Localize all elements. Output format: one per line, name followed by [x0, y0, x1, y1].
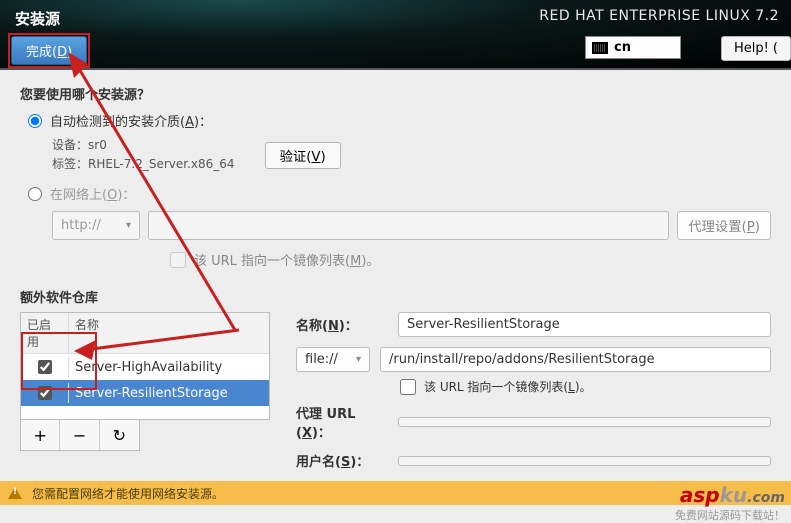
- proxy-url-label: 代理 URL (X)：: [296, 403, 388, 441]
- refresh-repo-button[interactable]: ↻: [100, 420, 139, 450]
- repo-mirror-row: 该 URL 指向一个镜像列表(L)。: [400, 378, 771, 395]
- autodetect-label: 自动检测到的安装介质(A)：: [50, 111, 212, 130]
- autodetect-radio-row[interactable]: 自动检测到的安装介质(A)：: [28, 111, 771, 130]
- verify-button[interactable]: 验证(V): [265, 142, 341, 169]
- autodetect-radio[interactable]: [28, 114, 42, 128]
- page-title: 安装源: [15, 8, 60, 29]
- user-label: 用户名(S)：: [296, 451, 388, 470]
- done-highlight: 完成(D): [8, 33, 90, 68]
- keyboard-layout-label: cn: [614, 40, 631, 55]
- source-question: 您要使用哪个安装源？: [20, 84, 771, 103]
- network-label: 在网络上(O)：: [50, 184, 135, 203]
- chevron-down-icon: ▾: [356, 354, 361, 365]
- device-block: 设备：sr0 标签：RHEL-7.2_Server.x86_64 验证(V): [52, 136, 771, 174]
- mirror-checkbox-row: 该 URL 指向一个镜像列表(M)。: [170, 250, 771, 269]
- main-content: 您要使用哪个安装源？ 自动检测到的安装介质(A)： 设备：sr0 标签：RHEL…: [0, 70, 791, 509]
- remove-repo-button[interactable]: −: [60, 420, 99, 450]
- keyboard-layout-selector[interactable]: cn: [585, 36, 681, 59]
- warning-icon: [8, 487, 22, 499]
- mirror-label: 该 URL 指向一个镜像列表(M)。: [194, 250, 379, 269]
- repo-table: 已启用 名称 Server-HighAvailability Server-Re…: [20, 312, 270, 420]
- user-input[interactable]: [398, 456, 771, 466]
- enable-checkbox[interactable]: [38, 360, 52, 374]
- done-button[interactable]: 完成(D): [11, 36, 87, 65]
- network-radio-row[interactable]: 在网络上(O)：: [28, 184, 771, 203]
- warning-bar: 您需配置网络才能使用网络安装源。: [0, 481, 791, 505]
- extra-repos-area: 已启用 名称 Server-HighAvailability Server-Re…: [20, 312, 771, 509]
- tag-line: 标签：RHEL-7.2_Server.x86_64: [52, 155, 235, 174]
- repo-form: 名称(N)： Server-ResilientStorage file:// ▾…: [296, 312, 771, 509]
- help-button[interactable]: Help! (: [721, 36, 791, 61]
- url-input[interactable]: [148, 211, 669, 240]
- proxy-settings-button[interactable]: 代理设置(P): [677, 211, 771, 240]
- keyboard-icon: [592, 42, 608, 54]
- mirror-checkbox[interactable]: [170, 252, 186, 268]
- table-row[interactable]: Server-ResilientStorage: [21, 380, 269, 406]
- enable-checkbox[interactable]: [38, 386, 52, 400]
- device-line: 设备：sr0: [52, 136, 235, 155]
- url-row: http:// ▾ 代理设置(P): [52, 211, 771, 240]
- proxy-url-input[interactable]: [398, 417, 771, 427]
- repo-scheme-select[interactable]: file:// ▾: [296, 347, 370, 372]
- repo-list-panel: 已启用 名称 Server-HighAvailability Server-Re…: [20, 312, 270, 509]
- add-repo-button[interactable]: +: [21, 420, 60, 450]
- header: 安装源 完成(D) RED HAT ENTERPRISE LINUX 7.2 c…: [0, 0, 791, 70]
- repo-table-header: 已启用 名称: [21, 313, 269, 354]
- name-label: 名称(N)：: [296, 315, 388, 334]
- list-buttons: + − ↻: [20, 420, 140, 451]
- warning-text: 您需配置网络才能使用网络安装源。: [32, 485, 224, 502]
- scheme-select[interactable]: http:// ▾: [52, 211, 140, 240]
- table-row[interactable]: Server-HighAvailability: [21, 354, 269, 380]
- extra-repos-title: 额外软件仓库: [20, 287, 771, 306]
- repo-path-input[interactable]: /run/install/repo/addons/ResilientStorag…: [380, 347, 771, 372]
- watermark: aspku.com 免费网站源码下载站！: [675, 483, 785, 523]
- network-radio[interactable]: [28, 187, 42, 201]
- name-input[interactable]: Server-ResilientStorage: [398, 312, 771, 337]
- repo-mirror-checkbox[interactable]: [400, 379, 416, 395]
- chevron-down-icon: ▾: [126, 220, 131, 231]
- product-name: RED HAT ENTERPRISE LINUX 7.2: [539, 8, 779, 24]
